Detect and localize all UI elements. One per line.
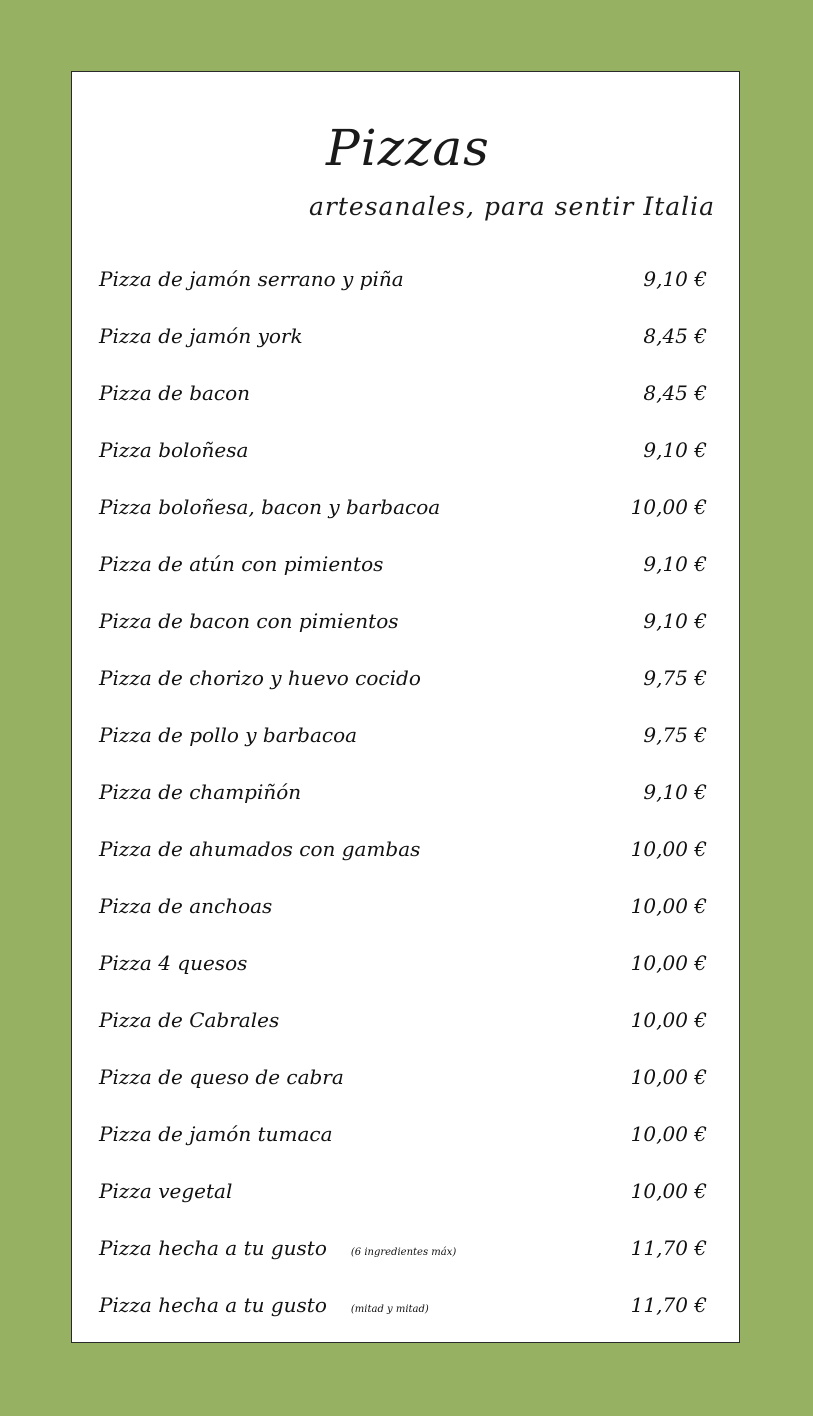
menu-item-left: Pizza de jamón serrano y piña bbox=[99, 267, 404, 291]
menu-item-row: Pizza 4 quesos 10,00 € bbox=[99, 934, 707, 991]
menu-item-price: 10,00 € bbox=[630, 893, 707, 918]
menu-item-name: Pizza de anchoas bbox=[99, 893, 273, 918]
menu-item-left: Pizza de ahumados con gambas bbox=[99, 837, 420, 861]
menu-item-row: Pizza boloñesa, bacon y barbacoa 10,00 € bbox=[99, 478, 707, 535]
menu-item-name: Pizza hecha a tu gusto bbox=[99, 1292, 327, 1317]
menu-item-price: 10,00 € bbox=[630, 836, 707, 861]
menu-item-name: Pizza de Cabrales bbox=[99, 1007, 280, 1032]
menu-item-row: Pizza de pollo y barbacoa 9,75 € bbox=[99, 706, 707, 763]
menu-item-row: Pizza de ahumados con gambas 10,00 € bbox=[99, 820, 707, 877]
menu-item-price: 10,00 € bbox=[630, 950, 707, 975]
menu-item-name: Pizza hecha a tu gusto bbox=[99, 1235, 327, 1260]
menu-item-price: 10,00 € bbox=[630, 1121, 707, 1146]
menu-item-name: Pizza de ahumados con gambas bbox=[99, 836, 421, 861]
menu-item-price: 10,00 € bbox=[630, 494, 707, 519]
menu-item-left: Pizza de champiñón bbox=[99, 780, 301, 804]
menu-item-left: Pizza de queso de cabra bbox=[99, 1065, 344, 1089]
menu-item-row: Pizza de atún con pimientos 9,10 € bbox=[99, 535, 707, 592]
menu-item-name: Pizza de queso de cabra bbox=[99, 1064, 344, 1089]
menu-item-price: 10,00 € bbox=[630, 1007, 707, 1032]
menu-item-left: Pizza vegetal bbox=[99, 1179, 232, 1203]
menu-item-name: Pizza de pollo y barbacoa bbox=[99, 722, 358, 747]
menu-item-note: (mitad y mitad) bbox=[350, 1303, 429, 1315]
menu-item-row: Pizza de queso de cabra 10,00 € bbox=[99, 1048, 707, 1105]
menu-item-name: Pizza de champiñón bbox=[99, 779, 302, 804]
menu-item-row: Pizza de champiñón 9,10 € bbox=[99, 763, 707, 820]
menu-title: Pizzas bbox=[326, 119, 490, 177]
menu-item-price: 9,75 € bbox=[643, 665, 707, 690]
menu-item-note: (6 ingredientes máx) bbox=[350, 1246, 457, 1258]
menu-item-row: Pizza de jamón serrano y piña 9,10 € bbox=[99, 250, 707, 307]
menu-item-row: Pizza de Cabrales 10,00 € bbox=[99, 991, 707, 1048]
menu-item-price: 8,45 € bbox=[643, 323, 707, 348]
menu-item-name: Pizza vegetal bbox=[99, 1178, 233, 1203]
menu-item-name: Pizza de bacon con pimientos bbox=[99, 608, 399, 633]
menu-item-price: 10,00 € bbox=[630, 1178, 707, 1203]
menu-item-row: Pizza hecha a tu gusto (mitad y mitad) 11,… bbox=[99, 1276, 707, 1333]
menu-item-price: 11,70 € bbox=[630, 1292, 707, 1317]
menu-item-name: Pizza de chorizo y huevo cocido bbox=[99, 665, 421, 690]
menu-item-price: 8,45 € bbox=[643, 380, 707, 405]
menu-item-left: Pizza de Cabrales bbox=[99, 1008, 279, 1032]
menu-item-name: Pizza de jamón tumaca bbox=[99, 1121, 333, 1146]
menu-item-price: 10,00 € bbox=[630, 1064, 707, 1089]
menu-item-left: Pizza de anchoas bbox=[99, 894, 272, 918]
menu-item-row: Pizza boloñesa 9,10 € bbox=[99, 421, 707, 478]
menu-item-left: Pizza de atún con pimientos bbox=[99, 552, 383, 576]
menu-item-name: Pizza de bacon bbox=[99, 380, 251, 405]
menu-item-left: Pizza boloñesa bbox=[99, 438, 248, 462]
menu-item-name: Pizza boloñesa, bacon y barbacoa bbox=[99, 494, 441, 519]
menu-item-row: Pizza de anchoas 10,00 € bbox=[99, 877, 707, 934]
menu-item-name: Pizza de atún con pimientos bbox=[99, 551, 384, 576]
menu-subtitle: artesanales, para sentir Italia bbox=[309, 192, 716, 221]
menu-item-name: Pizza de jamón serrano y piña bbox=[99, 266, 404, 291]
menu-item-price: 9,10 € bbox=[643, 437, 707, 462]
menu-item-row: Pizza vegetal 10,00 € bbox=[99, 1162, 707, 1219]
menu-card: Pizzas artesanales, para sentir Italia P… bbox=[71, 71, 740, 1343]
menu-item-price: 9,10 € bbox=[643, 551, 707, 576]
menu-item-price: 9,10 € bbox=[643, 779, 707, 804]
menu-item-price: 9,10 € bbox=[643, 608, 707, 633]
menu-item-list: Pizza de jamón serrano y piña 9,10 € Pizza… bbox=[99, 250, 707, 1333]
menu-item-price: 11,70 € bbox=[630, 1235, 707, 1260]
menu-item-left: Pizza de bacon con pimientos bbox=[99, 609, 399, 633]
menu-item-row: Pizza de jamón tumaca 10,00 € bbox=[99, 1105, 707, 1162]
menu-item-left: Pizza de chorizo y huevo cocido bbox=[99, 666, 421, 690]
menu-item-row: Pizza hecha a tu gusto (6 ingredientes má… bbox=[99, 1219, 707, 1276]
menu-item-left: Pizza de pollo y barbacoa bbox=[99, 723, 357, 747]
menu-item-row: Pizza de chorizo y huevo cocido 9,75 € bbox=[99, 649, 707, 706]
menu-item-left: Pizza de jamón tumaca bbox=[99, 1122, 333, 1146]
menu-item-name: Pizza de jamón york bbox=[99, 323, 303, 348]
menu-item-row: Pizza de bacon 8,45 € bbox=[99, 364, 707, 421]
menu-item-row: Pizza de bacon con pimientos 9,10 € bbox=[99, 592, 707, 649]
menu-item-name: Pizza boloñesa bbox=[99, 437, 249, 462]
menu-item-name: Pizza 4 quesos bbox=[99, 950, 248, 975]
menu-item-left: Pizza de bacon bbox=[99, 381, 250, 405]
menu-item-left: Pizza hecha a tu gusto (mitad y mitad) bbox=[99, 1293, 429, 1317]
menu-item-left: Pizza hecha a tu gusto (6 ingredientes má… bbox=[99, 1236, 456, 1260]
menu-item-left: Pizza boloñesa, bacon y barbacoa bbox=[99, 495, 440, 519]
menu-item-left: Pizza de jamón york bbox=[99, 324, 303, 348]
menu-item-price: 9,75 € bbox=[643, 722, 707, 747]
menu-item-left: Pizza 4 quesos bbox=[99, 951, 247, 975]
menu-item-price: 9,10 € bbox=[643, 266, 707, 291]
menu-item-row: Pizza de jamón york 8,45 € bbox=[99, 307, 707, 364]
